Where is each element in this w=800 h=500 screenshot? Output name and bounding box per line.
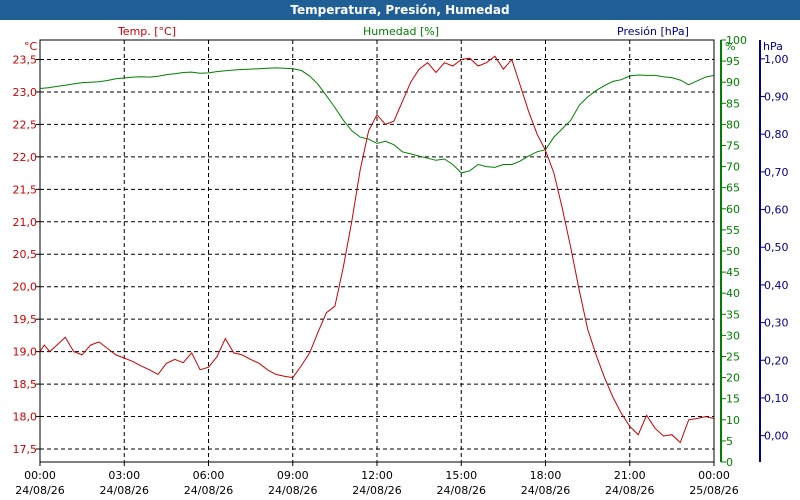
humidity-tick-label: 75 bbox=[726, 140, 740, 153]
pressure-tick-label: 0,90 bbox=[764, 91, 789, 104]
temp-tick-label: 19,5 bbox=[13, 313, 38, 326]
temp-tick-label: 23,0 bbox=[13, 86, 38, 99]
humidity-tick-label: 20 bbox=[726, 372, 740, 385]
x-axis: 00:00 24/08/26 03:00 24/08/26 06:00 24/08/26 0… bbox=[15, 462, 739, 497]
humidity-tick-label: 85 bbox=[726, 97, 740, 110]
humidity-tick-label: 70 bbox=[726, 161, 740, 174]
humidity-tick-label: 65 bbox=[726, 182, 740, 195]
x-tick-time: 00:00 bbox=[24, 469, 56, 482]
pressure-tick-label: 0,80 bbox=[764, 128, 789, 141]
x-tick-time: 03:00 bbox=[108, 469, 140, 482]
temp-tick-label: 22,5 bbox=[13, 118, 38, 131]
pressure-tick-label: 0,00 bbox=[764, 430, 789, 443]
chart: 17,5 18,0 18,5 19,0 19,5 20,0 20,5 21,0 21,5 22,0… bbox=[13, 25, 789, 497]
humidity-tick-label: 95 bbox=[726, 55, 740, 68]
x-tick-date: 24/08/26 bbox=[352, 484, 401, 497]
humidity-tick-label: 45 bbox=[726, 266, 740, 279]
pressure-axis: 0,00 0,10 0,20 0,30 0,40 0,50 0,60 0,70 0,80 0,90… bbox=[760, 53, 789, 443]
x-tick-date: 24/08/26 bbox=[437, 484, 486, 497]
x-tick-time: 06:00 bbox=[193, 469, 225, 482]
pressure-tick-label: 1,00 bbox=[764, 53, 789, 66]
temp-tick-label: 21,5 bbox=[13, 183, 38, 196]
x-tick-time: 18:00 bbox=[530, 469, 562, 482]
humidity-tick-label: 40 bbox=[726, 287, 740, 300]
temp-unit: °C bbox=[24, 40, 38, 53]
temperature-axis: 17,5 18,0 18,5 19,0 19,5 20,0 20,5 21,0 21,5 22,0… bbox=[13, 53, 40, 456]
x-tick-date: 24/08/26 bbox=[521, 484, 570, 497]
humidity-tick-label: 25 bbox=[726, 351, 740, 364]
humidity-axis-label: Humedad [%] bbox=[363, 25, 439, 38]
humidity-tick-label: 5 bbox=[726, 435, 733, 448]
pressure-tick-label: 0,70 bbox=[764, 166, 789, 179]
humidity-tick-label: 30 bbox=[726, 329, 740, 342]
temp-tick-label: 21,0 bbox=[13, 216, 38, 229]
humidity-tick-label: 90 bbox=[726, 76, 740, 89]
humidity-tick-label: 50 bbox=[726, 245, 740, 258]
temp-tick-label: 18,5 bbox=[13, 378, 38, 391]
x-tick-time: 12:00 bbox=[361, 469, 393, 482]
temp-tick-label: 20,5 bbox=[13, 248, 38, 261]
humidity-tick-label: 35 bbox=[726, 308, 740, 321]
x-tick-time: 21:00 bbox=[614, 469, 646, 482]
x-tick-date: 24/08/26 bbox=[605, 484, 654, 497]
x-tick-time: 09:00 bbox=[277, 469, 309, 482]
x-tick-date: 24/08/26 bbox=[268, 484, 317, 497]
pressure-tick-label: 0,20 bbox=[764, 354, 789, 367]
x-tick-time: 15:00 bbox=[445, 469, 477, 482]
temp-tick-label: 19,0 bbox=[13, 346, 38, 359]
temp-tick-label: 18,0 bbox=[13, 411, 38, 424]
pressure-tick-label: 0,60 bbox=[764, 204, 789, 217]
x-tick-date: 25/08/26 bbox=[689, 484, 738, 497]
humidity-tick-label: 60 bbox=[726, 203, 740, 216]
x-tick-date: 24/08/26 bbox=[15, 484, 64, 497]
pressure-tick-label: 0,30 bbox=[764, 317, 789, 330]
humidity-tick-label: 10 bbox=[726, 414, 740, 427]
x-tick-date: 24/08/26 bbox=[184, 484, 233, 497]
humidity-tick-label: 15 bbox=[726, 393, 740, 406]
temp-tick-label: 23,5 bbox=[13, 53, 38, 66]
pressure-tick-label: 0,50 bbox=[764, 241, 789, 254]
x-tick-time: 00:00 bbox=[698, 469, 730, 482]
temp-tick-label: 20,0 bbox=[13, 281, 38, 294]
humidity-unit: % bbox=[725, 40, 735, 53]
temp-axis-label: Temp. [°C] bbox=[117, 25, 176, 38]
humidity-tick-label: 80 bbox=[726, 118, 740, 131]
pressure-axis-label: Presión [hPa] bbox=[617, 25, 689, 38]
pressure-tick-label: 0,40 bbox=[764, 279, 789, 292]
pressure-tick-label: 0,10 bbox=[764, 392, 789, 405]
temp-tick-label: 17,5 bbox=[13, 443, 38, 456]
pressure-unit: hPa bbox=[763, 40, 783, 53]
humidity-tick-label: 0 bbox=[726, 456, 733, 469]
temp-tick-label: 22,0 bbox=[13, 151, 38, 164]
humidity-tick-label: 55 bbox=[726, 224, 740, 237]
x-tick-date: 24/08/26 bbox=[100, 484, 149, 497]
humidity-axis: 0510152025303540455055606570758085909510… bbox=[721, 34, 747, 469]
